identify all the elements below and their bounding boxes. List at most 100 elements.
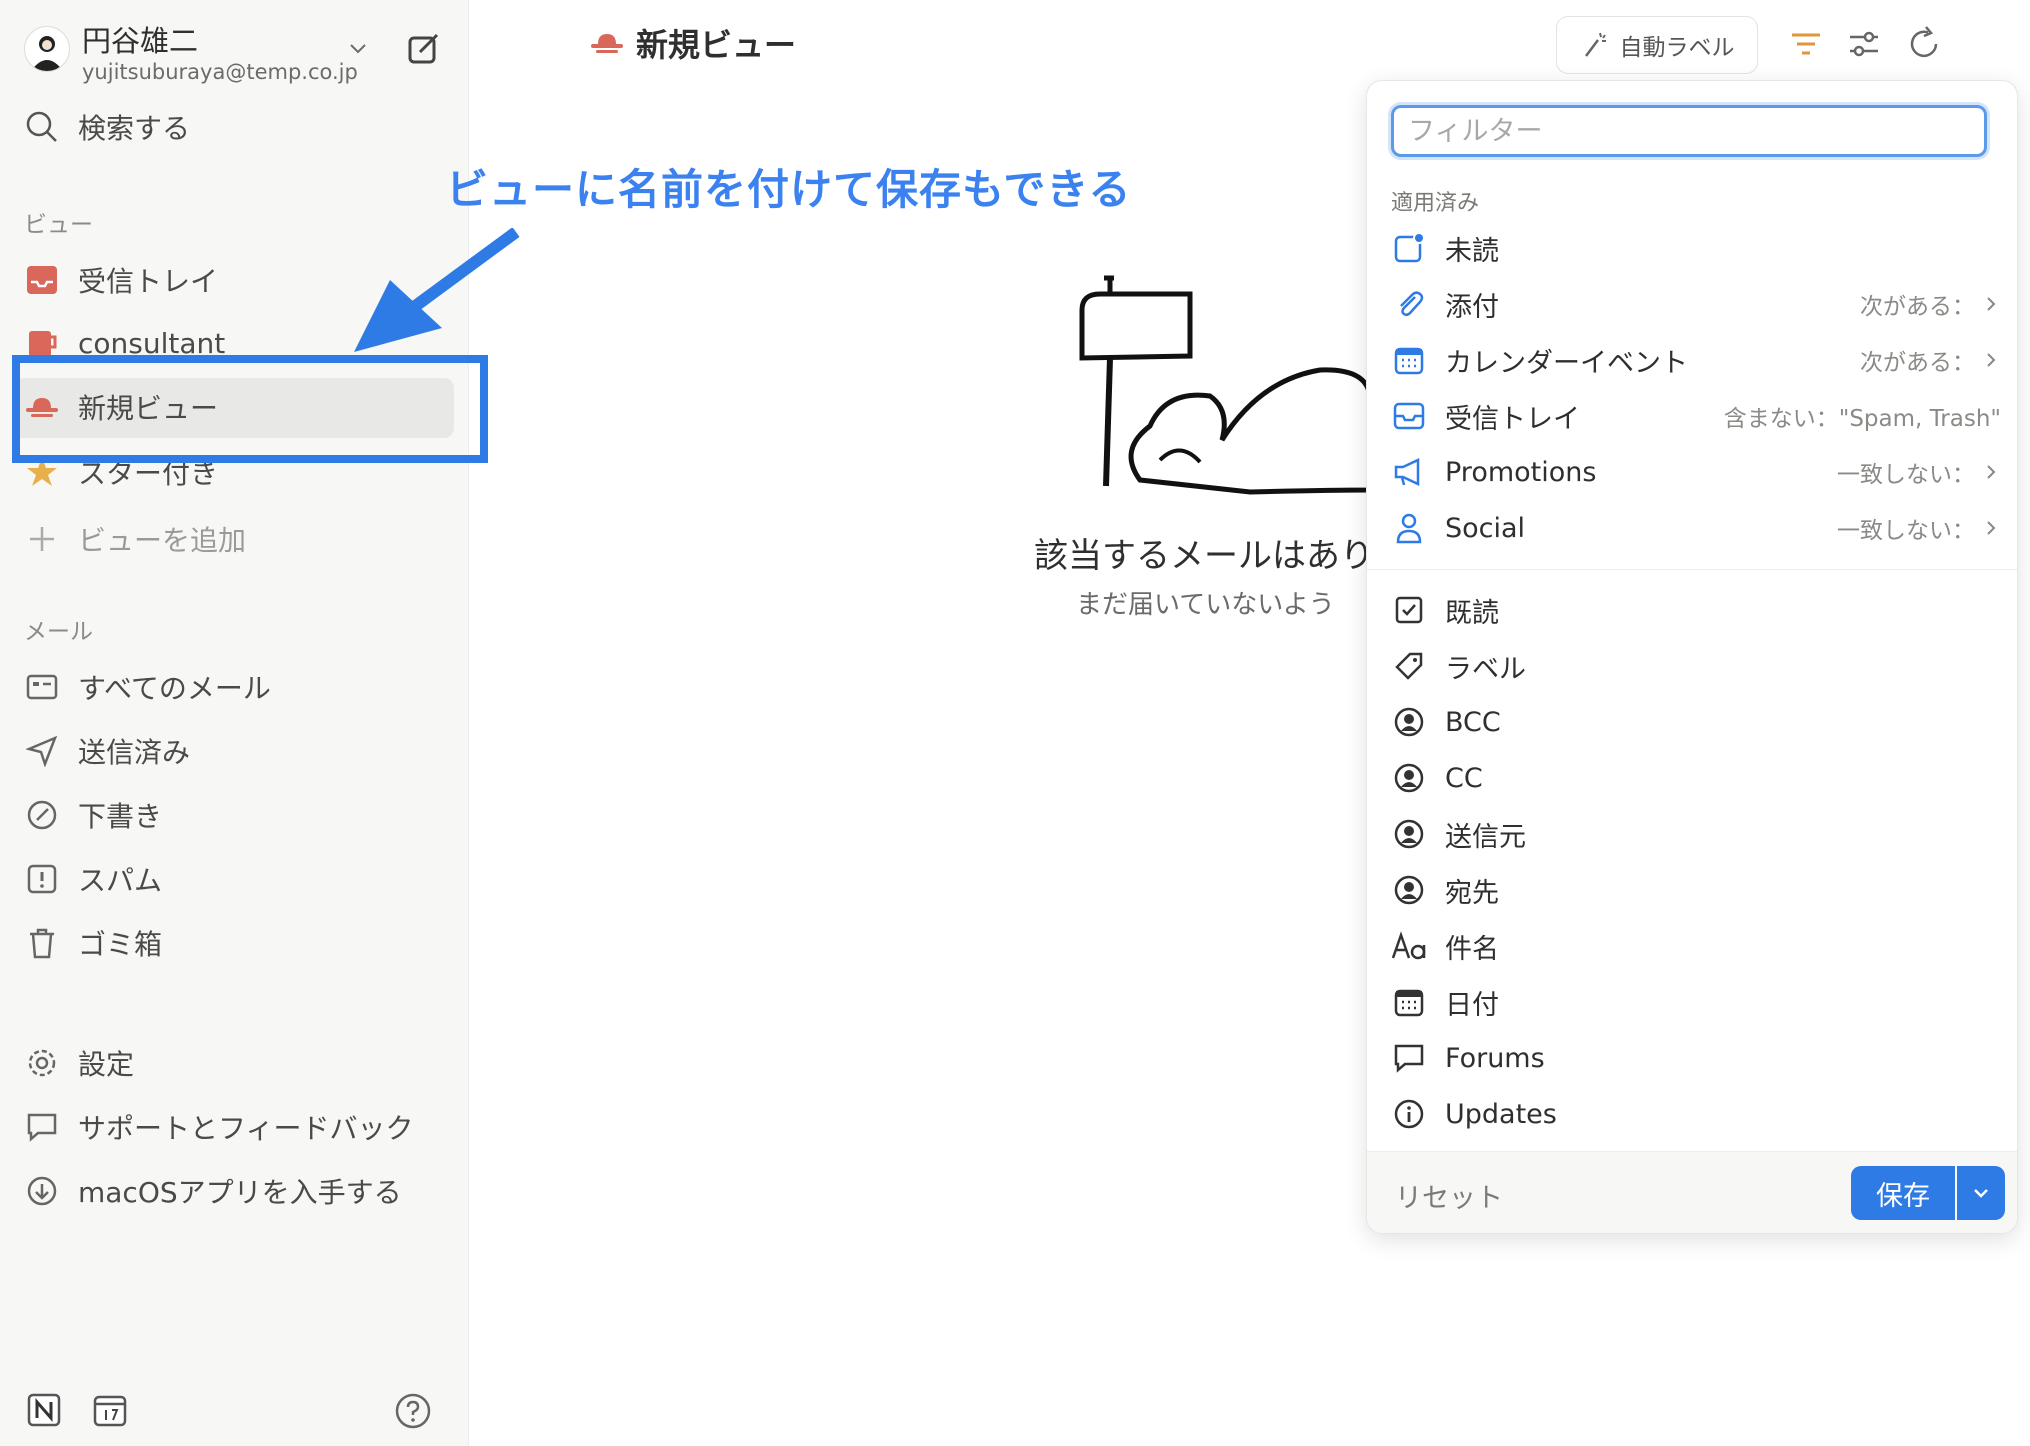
filter-row-label: 受信トレイ [1445, 403, 1580, 435]
save-button[interactable]: 保存 [1851, 1166, 1955, 1220]
filter-row-to[interactable]: 宛先 [1391, 865, 2001, 915]
spam-alert-icon [24, 861, 60, 897]
filter-row-read[interactable]: 既読 [1391, 585, 2001, 635]
filter-row-label: CC [1445, 762, 1483, 794]
filter-row-label: Updates [1445, 1098, 1557, 1130]
calendar-grid-icon [1391, 984, 1427, 1020]
filter-row-label: 既読 [1445, 597, 1499, 629]
filter-row-bcc[interactable]: BCC [1391, 697, 2001, 747]
chevron-right-icon [1987, 353, 1996, 367]
download-icon [24, 1173, 60, 1209]
filter-row-subject[interactable]: 件名 [1391, 921, 2001, 971]
filter-row-inbox[interactable]: 受信トレイ 含まない："Spam, Trash" [1391, 391, 2001, 441]
add-view-label: ビューを追加 [78, 524, 247, 557]
chevron-right-icon [1987, 465, 1996, 479]
account-switcher[interactable]: 円谷雄二 yujitsuburaya@temp.co.jp [24, 16, 444, 84]
filter-row-social[interactable]: Social 一致しない： [1391, 503, 2001, 553]
filter-row-value: 含まない："Spam, Trash" [1723, 406, 2001, 432]
refresh-icon[interactable] [1904, 24, 1944, 64]
filter-row-label: ラベル [1445, 653, 1526, 685]
sidebar-item-macos-app[interactable]: macOSアプリを入手する [24, 1166, 402, 1216]
views-heading: ビュー [24, 212, 93, 238]
text-aa-icon [1391, 928, 1427, 964]
chevron-down-icon[interactable] [346, 36, 370, 60]
hat-icon [591, 34, 623, 53]
filter-panel: 適用済み 未読 添付 次がある： カレンダーイベント 次がある： 受信トレイ 含… [1366, 80, 2018, 1234]
filter-row-label: 件名 [1445, 933, 1499, 965]
annotation-highlight-box [12, 355, 488, 463]
filter-row-label-tag[interactable]: ラベル [1391, 641, 2001, 691]
speech-bubble-icon [1391, 1040, 1427, 1076]
sidebar-item-sent[interactable]: 送信済み [24, 726, 190, 776]
sidebar-item-label: すべてのメール [78, 672, 271, 705]
filter-row-cc[interactable]: CC [1391, 753, 2001, 803]
person-circle-icon [1391, 760, 1427, 796]
add-view-button[interactable]: ビューを追加 [24, 514, 246, 564]
inbox-icon [1391, 398, 1427, 434]
filter-row-label: 送信元 [1445, 821, 1526, 853]
sidebar-item-support[interactable]: サポートとフィードバック [24, 1102, 413, 1152]
magic-wand-icon [1584, 32, 1606, 57]
draft-pen-icon [24, 797, 60, 833]
avatar [24, 26, 70, 72]
page-title-text: 新規ビュー [636, 26, 797, 64]
filter-icon[interactable] [1786, 24, 1826, 64]
calendar-icon [1391, 342, 1427, 378]
help-icon[interactable] [394, 1392, 432, 1430]
filter-row-label: BCC [1445, 706, 1501, 738]
filter-search-input[interactable] [1391, 105, 1987, 157]
sidebar-item-settings[interactable]: 設定 [24, 1038, 134, 1088]
filter-row-value: 次がある： [1860, 294, 1975, 320]
auto-label-button[interactable]: 自動ラベル [1556, 16, 1758, 74]
filter-row-label: 添付 [1445, 291, 1499, 323]
sliders-icon[interactable] [1844, 24, 1884, 64]
chevron-right-icon [1987, 297, 1996, 311]
inbox-tray-icon [24, 262, 60, 298]
sidebar-item-trash[interactable]: ゴミ箱 [24, 918, 162, 968]
page-title: 新規ビュー [590, 20, 796, 66]
person-icon [1391, 510, 1427, 546]
sidebar-item-label: 下書き [78, 800, 163, 833]
search-button[interactable]: 検索する [24, 102, 190, 152]
filter-row-label: Forums [1445, 1042, 1545, 1074]
filter-row-from[interactable]: 送信元 [1391, 809, 2001, 859]
filter-row-value: 一致しない： [1837, 518, 1975, 544]
filter-row-attachment[interactable]: 添付 次がある： [1391, 279, 2001, 329]
applied-heading: 適用済み [1391, 191, 1480, 216]
filter-row-updates[interactable]: Updates [1391, 1089, 2001, 1139]
sidebar-item-label: 送信済み [78, 736, 191, 769]
sidebar: 円谷雄二 yujitsuburaya@temp.co.jp 検索する ビュー 受… [0, 0, 488, 1446]
search-icon [24, 109, 60, 145]
reset-button[interactable]: リセット [1395, 1176, 1503, 1215]
megaphone-icon [1391, 454, 1427, 490]
compose-icon[interactable] [404, 28, 444, 68]
trash-icon [24, 925, 60, 961]
chevron-right-icon [1987, 521, 1996, 535]
filter-row-label: Social [1445, 512, 1526, 544]
chat-bubble-icon [24, 1109, 60, 1145]
filter-row-label: 宛先 [1445, 877, 1499, 909]
divider [1367, 569, 2017, 570]
tag-icon [1391, 648, 1427, 684]
annotation-text: ビューに名前を付けて保存もできる [446, 165, 1132, 214]
notion-icon[interactable] [26, 1392, 62, 1428]
sidebar-item-inbox[interactable]: 受信トレイ [24, 255, 218, 305]
filter-row-value: 次がある： [1860, 350, 1975, 376]
calendar-app-icon[interactable] [92, 1392, 128, 1428]
sidebar-item-drafts[interactable]: 下書き [24, 790, 162, 840]
sidebar-item-label: ゴミ箱 [78, 928, 163, 961]
save-options-button[interactable] [1957, 1166, 2005, 1220]
search-label: 検索する [78, 112, 191, 145]
filter-row-calendar-event[interactable]: カレンダーイベント 次がある： [1391, 335, 2001, 385]
filter-row-promotions[interactable]: Promotions 一致しない： [1391, 447, 2001, 497]
filter-row-date[interactable]: 日付 [1391, 977, 2001, 1027]
filter-panel-footer: リセット 保存 [1367, 1151, 2017, 1233]
filter-row-unread[interactable]: 未読 [1391, 223, 2001, 273]
filter-row-forums[interactable]: Forums [1391, 1033, 2001, 1083]
mailbox-dog-illustration [1079, 275, 1370, 495]
sidebar-item-all-mail[interactable]: すべてのメール [24, 662, 271, 712]
sidebar-item-spam[interactable]: スパム [24, 854, 162, 904]
filter-row-label: カレンダーイベント [1445, 347, 1688, 379]
sidebar-item-label: 設定 [78, 1048, 135, 1081]
sidebar-item-label: 受信トレイ [78, 265, 219, 298]
